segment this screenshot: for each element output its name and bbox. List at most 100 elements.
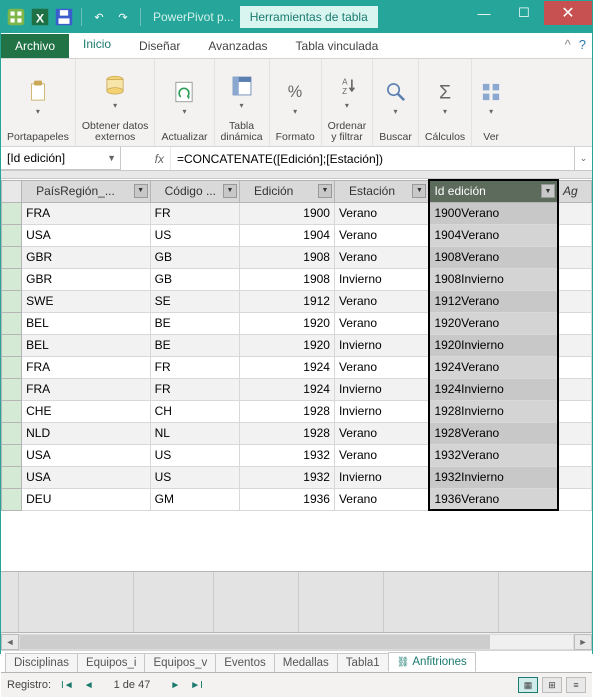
column-header-edicion[interactable]: Edición▼: [240, 180, 335, 202]
row-header[interactable]: [2, 312, 22, 334]
collapse-ribbon-icon[interactable]: ^: [565, 37, 571, 52]
name-box-dropdown-icon[interactable]: ▼: [107, 153, 116, 163]
row-header[interactable]: [2, 290, 22, 312]
undo-icon[interactable]: ↶: [88, 6, 110, 28]
filter-icon[interactable]: ▼: [318, 184, 332, 198]
cell-codigo[interactable]: GB: [150, 246, 239, 268]
cell-codigo[interactable]: BE: [150, 312, 239, 334]
cell-edicion[interactable]: 1928: [240, 400, 335, 422]
cell-codigo[interactable]: US: [150, 444, 239, 466]
first-record-icon[interactable]: I◄: [61, 680, 74, 691]
cell-estacion[interactable]: Verano: [334, 202, 429, 224]
cell-codigo[interactable]: BE: [150, 334, 239, 356]
table-row[interactable]: NLDNL1928Verano1928Verano: [2, 422, 592, 444]
group-ordenar-filtrar[interactable]: AZ▾ Ordenar y filtrar: [322, 59, 374, 146]
cell-id-edicion[interactable]: 1920Invierno: [429, 334, 558, 356]
sheet-tab-eventos[interactable]: Eventos: [215, 653, 275, 672]
group-calculos[interactable]: Σ▾ Cálculos: [419, 59, 472, 146]
cell-empty[interactable]: [558, 268, 592, 290]
sheet-tab-tabla1[interactable]: Tabla1: [337, 653, 389, 672]
cell-estacion[interactable]: Verano: [334, 488, 429, 510]
cell-id-edicion[interactable]: 1908Invierno: [429, 268, 558, 290]
cell-pais[interactable]: BEL: [22, 334, 151, 356]
data-view-icon[interactable]: ▦: [518, 677, 538, 693]
excel-icon[interactable]: X: [29, 6, 51, 28]
cell-edicion[interactable]: 1932: [240, 444, 335, 466]
row-header[interactable]: [2, 488, 22, 510]
column-header-pais[interactable]: PaísRegión_...▼: [22, 180, 151, 202]
filter-icon[interactable]: ▼: [541, 184, 555, 198]
cell-id-edicion[interactable]: 1924Verano: [429, 356, 558, 378]
calc-area-icon[interactable]: ≡: [566, 677, 586, 693]
cell-pais[interactable]: GBR: [22, 268, 151, 290]
cell-empty[interactable]: [558, 422, 592, 444]
cell-edicion[interactable]: 1936: [240, 488, 335, 510]
cell-pais[interactable]: NLD: [22, 422, 151, 444]
cell-empty[interactable]: [558, 488, 592, 510]
cell-empty[interactable]: [558, 290, 592, 312]
row-header[interactable]: [2, 378, 22, 400]
cell-codigo[interactable]: US: [150, 466, 239, 488]
cell-estacion[interactable]: Invierno: [334, 268, 429, 290]
cell-edicion[interactable]: 1908: [240, 268, 335, 290]
cell-codigo[interactable]: FR: [150, 378, 239, 400]
cell-empty[interactable]: [558, 400, 592, 422]
table-row[interactable]: FRAFR1924Invierno1924Invierno: [2, 378, 592, 400]
cell-codigo[interactable]: FR: [150, 356, 239, 378]
expand-formula-icon[interactable]: ⌄: [574, 147, 592, 170]
cell-empty[interactable]: [558, 466, 592, 488]
group-formato[interactable]: %▾ Formato: [270, 59, 322, 146]
cell-codigo[interactable]: US: [150, 224, 239, 246]
cell-pais[interactable]: FRA: [22, 378, 151, 400]
tab-disenar[interactable]: Diseñar: [125, 34, 194, 58]
cell-edicion[interactable]: 1908: [240, 246, 335, 268]
cell-empty[interactable]: [558, 202, 592, 224]
tab-inicio[interactable]: Inicio: [69, 32, 125, 58]
table-row[interactable]: DEUGM1936Verano1936Verano: [2, 488, 592, 510]
sheet-tab-disciplinas[interactable]: Disciplinas: [5, 653, 78, 672]
cell-id-edicion[interactable]: 1928Invierno: [429, 400, 558, 422]
cell-empty[interactable]: [558, 444, 592, 466]
table-row[interactable]: SWESE1912Verano1912Verano: [2, 290, 592, 312]
close-button[interactable]: ✕: [544, 1, 592, 25]
tab-archivo[interactable]: Archivo: [1, 34, 69, 58]
cell-pais[interactable]: USA: [22, 466, 151, 488]
cell-id-edicion[interactable]: 1932Invierno: [429, 466, 558, 488]
fx-label[interactable]: fx: [121, 147, 171, 170]
cell-id-edicion[interactable]: 1904Verano: [429, 224, 558, 246]
row-header[interactable]: [2, 224, 22, 246]
sheet-tab-anfitriones[interactable]: ⛓Anfitriones: [388, 652, 476, 672]
sheet-tab-medallas[interactable]: Medallas: [274, 653, 338, 672]
cell-edicion[interactable]: 1928: [240, 422, 335, 444]
name-box[interactable]: [Id edición] ▼: [1, 147, 121, 170]
table-row[interactable]: GBRGB1908Verano1908Verano: [2, 246, 592, 268]
cell-pais[interactable]: GBR: [22, 246, 151, 268]
cell-estacion[interactable]: Invierno: [334, 400, 429, 422]
app-icon[interactable]: [5, 6, 27, 28]
cell-empty[interactable]: [558, 334, 592, 356]
cell-empty[interactable]: [558, 312, 592, 334]
add-column-header[interactable]: Ag: [558, 180, 592, 202]
cell-estacion[interactable]: Invierno: [334, 466, 429, 488]
cell-id-edicion[interactable]: 1932Verano: [429, 444, 558, 466]
formula-input[interactable]: =CONCATENATE([Edición];[Estación]): [171, 147, 574, 170]
cell-estacion[interactable]: Verano: [334, 290, 429, 312]
cell-estacion[interactable]: Verano: [334, 444, 429, 466]
cell-codigo[interactable]: CH: [150, 400, 239, 422]
cell-edicion[interactable]: 1924: [240, 378, 335, 400]
table-row[interactable]: USAUS1904Verano1904Verano: [2, 224, 592, 246]
data-grid[interactable]: PaísRegión_...▼ Código ...▼ Edición▼ Est…: [1, 179, 592, 571]
filter-icon[interactable]: ▼: [134, 184, 148, 198]
group-ver[interactable]: ▾ Ver: [472, 59, 510, 146]
column-header-estacion[interactable]: Estación▼: [334, 180, 429, 202]
sheet-tab-equipos-v[interactable]: Equipos_v: [144, 653, 216, 672]
tab-avanzadas[interactable]: Avanzadas: [194, 34, 281, 58]
cell-estacion[interactable]: Verano: [334, 422, 429, 444]
cell-id-edicion[interactable]: 1924Invierno: [429, 378, 558, 400]
cell-estacion[interactable]: Verano: [334, 224, 429, 246]
last-record-icon[interactable]: ►I: [190, 680, 203, 691]
cell-id-edicion[interactable]: 1908Verano: [429, 246, 558, 268]
row-header[interactable]: [2, 400, 22, 422]
filter-icon[interactable]: ▼: [223, 184, 237, 198]
cell-edicion[interactable]: 1900: [240, 202, 335, 224]
